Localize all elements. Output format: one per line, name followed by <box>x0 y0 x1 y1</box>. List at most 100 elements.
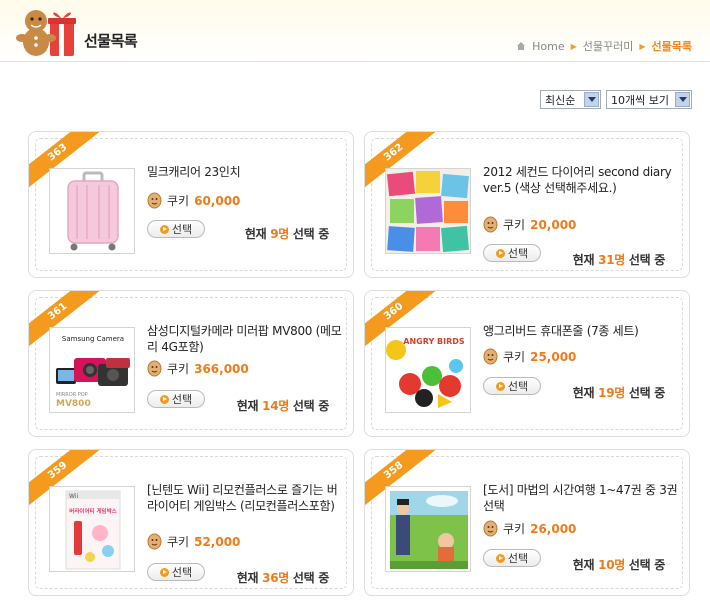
product-name[interactable]: 삼성디지털카메라 미러팝 MV800 (메모리 4G포함) <box>147 323 343 355</box>
product-card: 360 ANGRY BIRDS 앵그리버드 휴대폰줄 (7종 세트) 쿠키 25… <box>364 290 690 437</box>
camera-brand-text: Samsung Camera <box>62 335 124 343</box>
price-value: 52,000 <box>194 534 241 549</box>
product-name[interactable]: 2012 세컨드 다이어리 second diary ver.5 (색상 선택해… <box>483 164 679 196</box>
chevron-right-icon: ▶ <box>570 41 577 51</box>
product-name[interactable]: [도서] 마법의 시간여행 1~47권 중 3권 선택 <box>483 482 679 514</box>
product-image[interactable] <box>49 168 135 254</box>
wii-brand-text: Wii <box>69 493 78 500</box>
product-card: 363 밀크캐리어 23인치 쿠키 60,000 선택 현재 9명 선택 중 <box>28 131 354 278</box>
selection-count: 14명 <box>262 399 289 413</box>
product-price: 쿠키 20,000 <box>483 216 576 233</box>
page-title: 선물목록 <box>84 32 138 50</box>
play-icon <box>495 248 505 258</box>
select-button-label: 선택 <box>171 223 193 236</box>
product-image[interactable]: Samsung Camera MIRROR POP MV800 <box>49 327 135 413</box>
list-controls: 최신순 10개씩 보기 <box>540 90 692 109</box>
angry-birds-title-text: ANGRY BIRDS <box>403 337 465 346</box>
chevron-down-icon[interactable] <box>675 92 690 107</box>
per-page-select[interactable]: 10개씩 보기 <box>606 90 692 109</box>
wii-game-box-image: Wii 버라이어티 게임박스 <box>50 487 134 571</box>
product-price: 쿠키 366,000 <box>147 360 249 377</box>
product-card: 358 [도서] 마법의 시간여행 1~47권 중 3권 선택 쿠키 26,00… <box>364 449 690 596</box>
suitcase-image <box>50 169 134 253</box>
cookie-icon <box>147 533 162 550</box>
play-icon <box>159 567 169 577</box>
breadcrumb-home[interactable]: Home <box>532 40 564 53</box>
cookie-icon <box>483 348 498 365</box>
product-name[interactable]: 앵그리버드 휴대폰줄 (7종 세트) <box>483 323 679 339</box>
selection-count: 9명 <box>270 227 289 241</box>
home-icon <box>517 42 526 50</box>
product-card: 361 Samsung Camera MIRROR POP MV800 삼성디지… <box>28 290 354 437</box>
wii-title-text: 버라이어티 게임박스 <box>69 507 116 515</box>
gingerbread-gift-icon <box>16 10 76 56</box>
status-prefix: 현재 <box>244 227 267 241</box>
play-icon <box>495 553 505 563</box>
status-prefix: 현재 <box>572 558 595 572</box>
product-name[interactable]: [닌텐도 Wii] 리모컨플러스로 즐기는 버라이어티 게임박스 (리모컨플러스… <box>147 482 343 514</box>
selection-status: 현재 14명 선택 중 <box>237 397 330 414</box>
product-image[interactable]: Wii 버라이어티 게임박스 <box>49 486 135 572</box>
chevron-right-icon: ▶ <box>639 41 646 51</box>
product-image[interactable] <box>385 486 471 572</box>
price-label: 쿠키 <box>503 350 526 364</box>
status-prefix: 현재 <box>572 386 595 400</box>
selection-status: 현재 36명 선택 중 <box>237 569 330 586</box>
page-header: 선물목록 Home ▶ 선물꾸러미 ▶ 선물목록 <box>0 0 710 62</box>
cookie-icon <box>147 360 162 377</box>
camera-image: Samsung Camera MIRROR POP MV800 <box>50 328 134 412</box>
product-card: 359 Wii 버라이어티 게임박스 [닌텐도 Wii] 리모컨플러스로 즐기는… <box>28 449 354 596</box>
status-suffix: 선택 중 <box>628 253 665 267</box>
selection-status: 현재 19명 선택 중 <box>572 384 666 401</box>
product-image[interactable]: ANGRY BIRDS <box>385 327 471 413</box>
price-label: 쿠키 <box>503 522 526 536</box>
product-image[interactable] <box>385 168 471 254</box>
chevron-down-icon[interactable] <box>584 92 599 107</box>
price-value: 25,000 <box>530 349 577 364</box>
product-price: 쿠키 60,000 <box>147 192 240 209</box>
selection-status: 현재 9명 선택 중 <box>245 225 329 242</box>
status-suffix: 선택 중 <box>292 227 329 241</box>
play-icon <box>159 224 169 234</box>
cookie-icon <box>147 192 162 209</box>
price-label: 쿠키 <box>503 218 526 232</box>
status-suffix: 선택 중 <box>628 386 665 400</box>
diary-image <box>386 169 470 253</box>
select-button[interactable]: 선택 <box>147 563 205 581</box>
cookie-icon <box>483 520 498 537</box>
camera-model-text: MV800 <box>56 399 91 409</box>
select-button[interactable]: 선택 <box>147 220 205 238</box>
breadcrumb-parent[interactable]: 선물꾸러미 <box>583 38 634 54</box>
product-price: 쿠키 26,000 <box>483 520 576 537</box>
product-price: 쿠키 25,000 <box>483 348 576 365</box>
angry-birds-image: ANGRY BIRDS <box>386 328 470 412</box>
select-button-label: 선택 <box>171 566 193 579</box>
select-button-label: 선택 <box>507 552 529 565</box>
selection-status: 현재 31명 선택 중 <box>572 251 666 268</box>
selection-count: 19명 <box>598 386 625 400</box>
sort-select-value: 최신순 <box>545 93 576 107</box>
select-button[interactable]: 선택 <box>483 549 541 567</box>
status-suffix: 선택 중 <box>628 558 665 572</box>
select-button[interactable]: 선택 <box>483 244 541 262</box>
select-button-label: 선택 <box>507 247 529 260</box>
breadcrumb-current: 선물목록 <box>651 40 692 53</box>
play-icon <box>159 394 169 404</box>
product-name[interactable]: 밀크캐리어 23인치 <box>147 164 343 180</box>
select-button[interactable]: 선택 <box>147 390 205 408</box>
product-price: 쿠키 52,000 <box>147 533 240 550</box>
select-button[interactable]: 선택 <box>483 377 541 395</box>
selection-count: 10명 <box>598 558 625 572</box>
sort-select[interactable]: 최신순 <box>540 90 601 109</box>
select-button-label: 선택 <box>171 393 193 406</box>
cookie-icon <box>483 216 498 233</box>
price-value: 366,000 <box>194 361 249 376</box>
price-value: 20,000 <box>530 217 577 232</box>
status-suffix: 선택 중 <box>292 399 329 413</box>
select-button-label: 선택 <box>507 380 529 393</box>
status-prefix: 현재 <box>572 253 595 267</box>
status-suffix: 선택 중 <box>292 571 329 585</box>
camera-small-text: MIRROR POP <box>56 392 88 398</box>
selection-count: 36명 <box>262 571 289 585</box>
price-value: 60,000 <box>194 193 241 208</box>
